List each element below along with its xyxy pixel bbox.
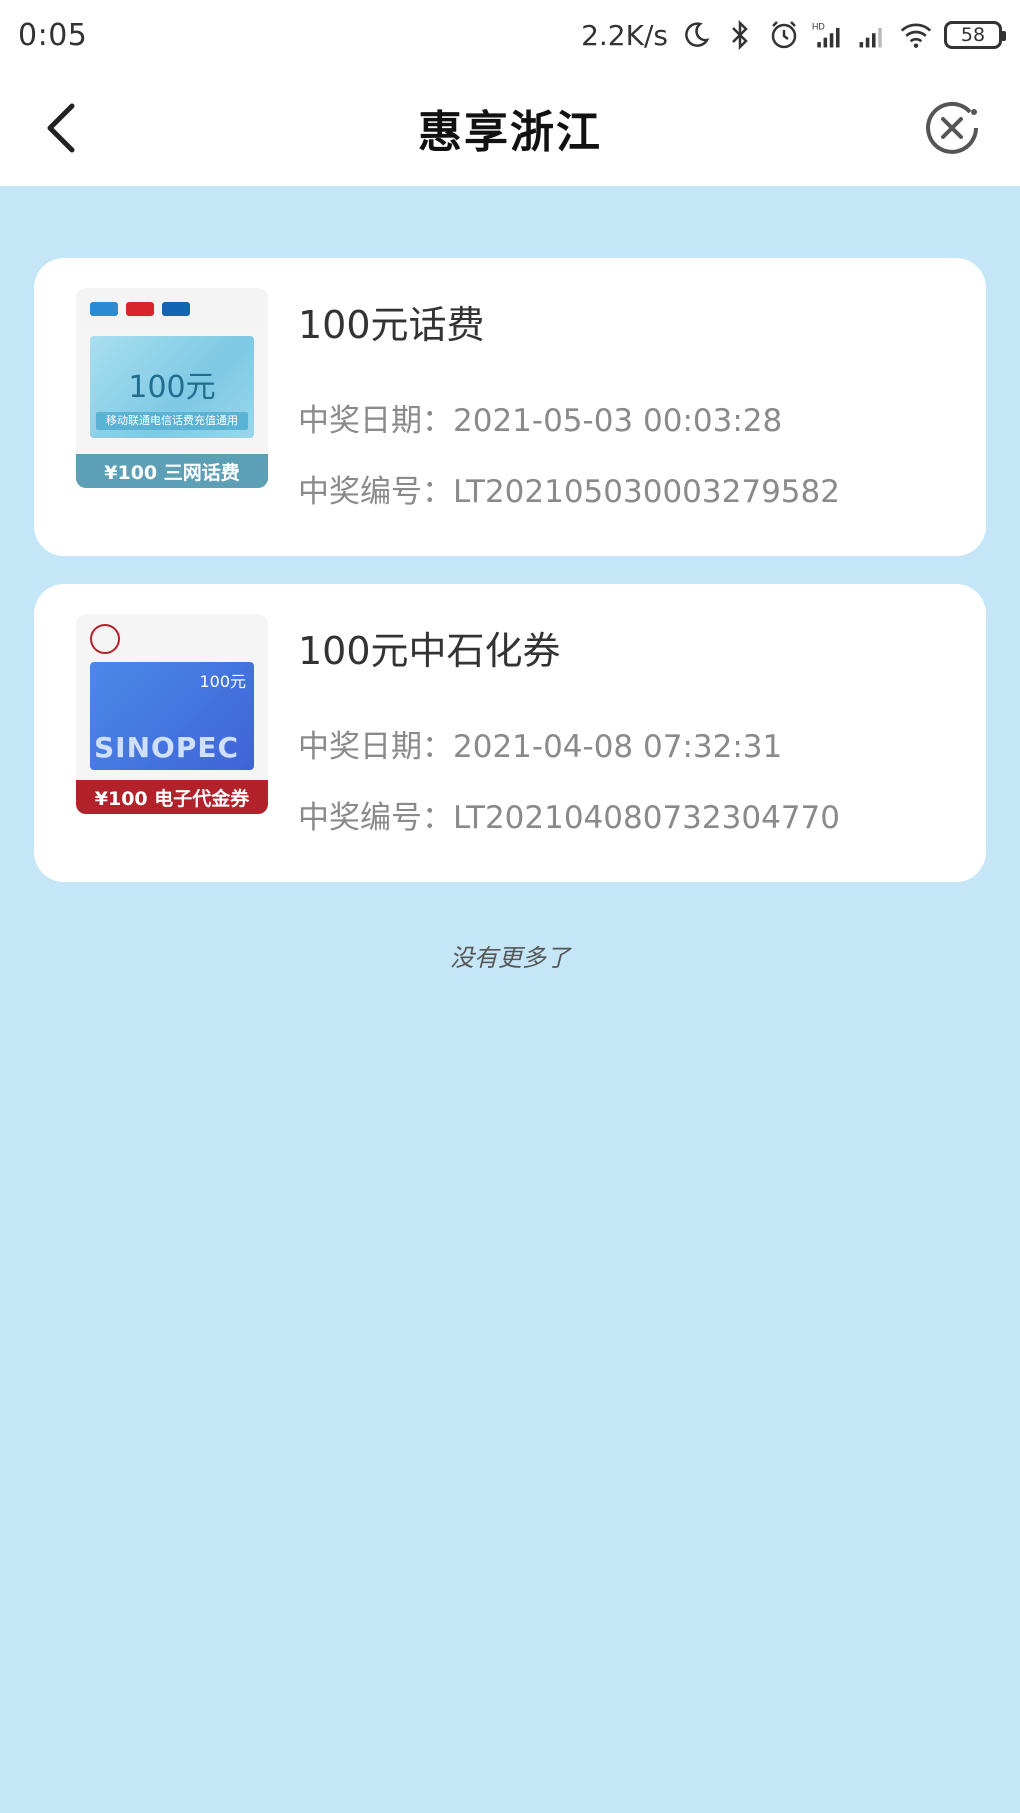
prize-title: 100元中石化券 [298,629,561,673]
recharge-card-image: 100元 移动联通电信话费充值通用 [90,336,254,438]
bluetooth-icon [724,19,756,51]
china-telecom-logo-icon [162,302,190,316]
date-label: 中奖日期： [298,729,453,765]
voucher-card-image: 100元 SINOPEC [90,662,254,770]
status-icons: 2.2K/s HD 58 [581,18,1006,52]
prize-id: LT2021040807323047​70 [453,800,840,836]
prize-id-row: 中奖编号：LT2021050300032795​82 [298,466,966,511]
thumb-amount: 100元 [128,370,216,405]
prize-card[interactable]: 100元 移动联通电信话费充值通用 ¥100 三网话费 100元话费 中奖日期：… [34,258,986,556]
date-label: 中奖日期： [298,403,453,439]
page-title: 惠享浙江 [418,107,602,158]
wifi-icon [900,19,932,51]
prize-card[interactable]: 100元 SINOPEC ¥100 电子代金券 100元中石化券 中奖日期：20… [34,584,986,882]
moon-icon [680,19,712,51]
back-button[interactable] [38,100,88,156]
status-time: 0:05 [18,17,88,53]
battery-level: 58 [960,24,986,46]
thumb-brand: SINOPEC [94,731,240,764]
close-circle-icon [926,101,978,154]
prize-thumbnail: 100元 移动联通电信话费充值通用 ¥100 三网话费 [76,288,268,488]
prize-date-row: 中奖日期：2021-05-03 00:03:28 [298,395,966,440]
chevron-left-icon [47,103,75,153]
id-label: 中奖编号： [298,474,453,510]
sinopec-logo-icon [90,624,120,654]
prize-date: 2021-04-08 07:32:31 [453,729,783,765]
carrier-logos [76,288,268,330]
prize-date-row: 中奖日期：2021-04-08 07:32:31 [298,721,966,766]
svg-text:HD: HD [812,22,825,32]
china-mobile-logo-icon [90,302,118,316]
battery-icon: 58 [944,21,1006,49]
thumb-price-strip: ¥100 三网话费 [76,454,268,488]
signal-icon [856,19,888,51]
prize-thumbnail: 100元 SINOPEC ¥100 电子代金券 [76,614,268,814]
thumb-price-strip: ¥100 电子代金券 [76,780,268,814]
prize-id-row: 中奖编号：LT2021040807323047​70 [298,792,966,837]
prize-date: 2021-05-03 00:03:28 [453,403,783,439]
thumb-amount: 100元 [199,672,246,691]
hd-signal-icon: HD [812,19,844,51]
net-speed: 2.2K/s [581,18,668,52]
close-button[interactable] [922,98,982,158]
prize-title: 100元话费 [298,303,485,347]
prize-id: LT2021050300032795​82 [453,474,840,510]
china-unicom-logo-icon [126,302,154,316]
prize-info: 100元中石化券 中奖日期：2021-04-08 07:32:31 中奖编号：L… [298,620,966,863]
nav-bar: 惠享浙江 [0,70,1020,186]
no-more-text: 没有更多了 [450,944,570,972]
alarm-icon [768,19,800,51]
thumb-subtitle: 移动联通电信话费充值通用 [96,412,248,430]
status-bar: 0:05 2.2K/s HD 58 [0,0,1020,70]
prize-info: 100元话费 中奖日期：2021-05-03 00:03:28 中奖编号：LT2… [298,294,966,537]
id-label: 中奖编号： [298,800,453,836]
